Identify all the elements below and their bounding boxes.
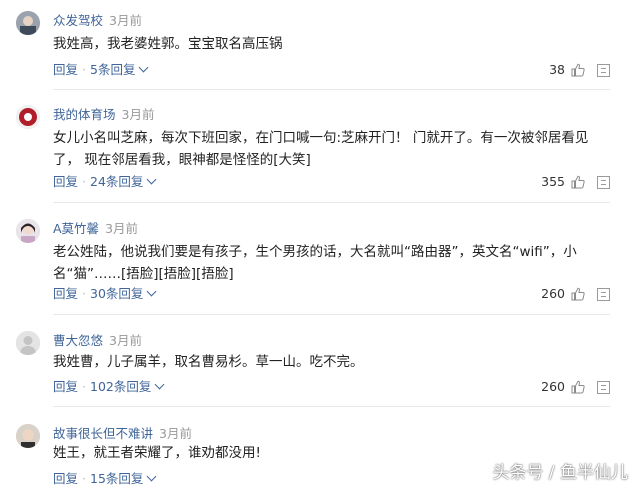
avatar[interactable] xyxy=(16,331,40,355)
thumbs-up-icon[interactable] xyxy=(571,63,585,77)
comment-header: 众发驾校 3月前 xyxy=(53,13,142,29)
more-options-icon[interactable] xyxy=(597,380,610,394)
comment-actions: 回复 · 102条回复 xyxy=(53,379,165,395)
replies-count: 102条回复 xyxy=(90,379,152,394)
view-replies-button[interactable]: 5条回复 xyxy=(90,62,149,77)
avatar[interactable] xyxy=(16,11,40,35)
comment-text: 我姓曹，儿子属羊，取名曹易杉。草一山。吃不完。 xyxy=(53,354,364,370)
comment-text: 女儿小名叫芝麻，每次下班回家，在门口喊一句:芝麻开门！ 门就开了。有一次被邻居看… xyxy=(53,130,589,168)
replies-count: 15条回复 xyxy=(90,471,144,486)
watermark: 头条号 / 鱼半仙儿 xyxy=(492,463,628,483)
separator: · xyxy=(82,286,86,301)
username[interactable]: A莫竹馨 xyxy=(53,221,99,236)
timestamp: 3月前 xyxy=(109,333,142,348)
chevron-down-icon xyxy=(146,286,157,297)
comment-controls: 38 xyxy=(549,62,610,78)
chevron-down-icon xyxy=(146,174,157,185)
separator: · xyxy=(82,379,86,394)
like-count: 355 xyxy=(541,174,565,189)
avatar[interactable] xyxy=(16,424,40,448)
replies-count: 30条回复 xyxy=(90,286,144,301)
reply-button[interactable]: 回复 xyxy=(53,471,78,486)
divider xyxy=(53,314,610,315)
comment-header: 故事很长但不难讲 3月前 xyxy=(53,426,192,442)
divider xyxy=(53,202,610,203)
like-count: 260 xyxy=(541,286,565,301)
reply-button[interactable]: 回复 xyxy=(53,62,78,77)
comment-actions: 回复 · 24条回复 xyxy=(53,174,157,190)
separator: · xyxy=(82,471,86,486)
comment-controls: 260 xyxy=(541,286,610,302)
username[interactable]: 曹大忽悠 xyxy=(53,333,103,348)
reply-button[interactable]: 回复 xyxy=(53,286,78,301)
timestamp: 3月前 xyxy=(159,426,192,441)
comment-actions: 回复 · 15条回复 xyxy=(53,471,157,487)
comment-header: 我的体育场 3月前 xyxy=(53,107,154,123)
reply-button[interactable]: 回复 xyxy=(53,379,78,394)
comment-text: 我姓高，我老婆姓郭。宝宝取名高压锅 xyxy=(53,36,283,52)
comment-text: 老公姓陆，他说我们要是有孩子，生个男孩的话，大名就叫“路由器”，英文名“wifi… xyxy=(53,244,577,282)
chevron-down-icon xyxy=(154,379,165,390)
separator: · xyxy=(82,62,86,77)
more-options-icon[interactable] xyxy=(597,175,610,189)
more-options-icon[interactable] xyxy=(597,63,610,77)
thumbs-up-icon[interactable] xyxy=(571,287,585,301)
comment-actions: 回复 · 30条回复 xyxy=(53,286,157,302)
view-replies-button[interactable]: 102条回复 xyxy=(90,379,165,394)
thumbs-up-icon[interactable] xyxy=(571,380,585,394)
separator: · xyxy=(82,174,86,189)
avatar[interactable] xyxy=(16,219,40,243)
view-replies-button[interactable]: 15条回复 xyxy=(90,471,157,486)
username[interactable]: 众发驾校 xyxy=(53,13,103,28)
like-count: 38 xyxy=(549,62,565,77)
reply-button[interactable]: 回复 xyxy=(53,174,78,189)
comment-controls: 260 xyxy=(541,379,610,395)
replies-count: 5条回复 xyxy=(90,62,136,77)
comment-actions: 回复 · 5条回复 xyxy=(53,62,149,78)
chevron-down-icon xyxy=(139,62,149,73)
timestamp: 3月前 xyxy=(121,107,155,122)
username[interactable]: 我的体育场 xyxy=(53,107,116,122)
comment-header: A莫竹馨 3月前 xyxy=(53,221,138,237)
like-count: 260 xyxy=(541,379,565,394)
divider xyxy=(53,406,610,407)
divider xyxy=(53,89,610,90)
comment-header: 曹大忽悠 3月前 xyxy=(53,333,142,349)
view-replies-button[interactable]: 30条回复 xyxy=(90,286,157,301)
username[interactable]: 故事很长但不难讲 xyxy=(53,426,153,441)
timestamp: 3月前 xyxy=(105,221,139,236)
avatar[interactable] xyxy=(16,105,40,129)
replies-count: 24条回复 xyxy=(90,174,144,189)
thumbs-up-icon[interactable] xyxy=(571,175,585,189)
comment-controls: 355 xyxy=(541,174,610,190)
view-replies-button[interactable]: 24条回复 xyxy=(90,174,157,189)
more-options-icon[interactable] xyxy=(597,287,610,301)
timestamp: 3月前 xyxy=(109,13,142,28)
chevron-down-icon xyxy=(146,471,157,482)
